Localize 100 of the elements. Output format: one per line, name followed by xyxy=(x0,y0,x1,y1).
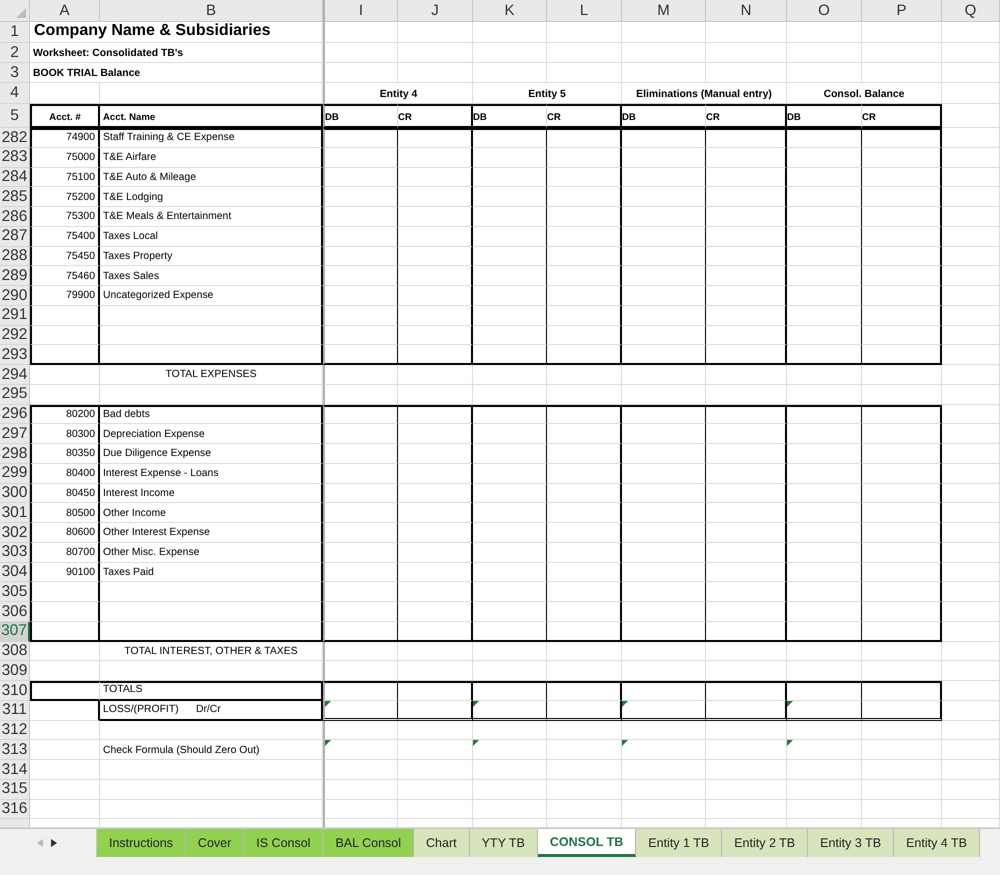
column-header[interactable]: O xyxy=(787,0,862,22)
table-cell xyxy=(942,602,1000,622)
column-header[interactable]: A xyxy=(30,0,100,22)
scroll-right-icon[interactable] xyxy=(51,839,57,847)
account-number: 80200 xyxy=(30,404,100,424)
group-header: Entity 5 xyxy=(473,83,622,104)
sheet-tab[interactable]: IS Consol xyxy=(244,829,324,857)
column-heading: DB xyxy=(622,104,706,128)
row-header[interactable] xyxy=(0,819,30,828)
row-header[interactable]: 294 xyxy=(0,365,30,385)
table-cell xyxy=(942,661,1000,681)
sheet-tab[interactable]: Entity 4 TB xyxy=(894,829,980,857)
row-header[interactable]: 289 xyxy=(0,266,30,286)
table-cell xyxy=(30,384,100,404)
table-cell xyxy=(942,464,1000,484)
row-header[interactable]: 285 xyxy=(0,187,30,207)
row-header[interactable]: 316 xyxy=(0,800,30,820)
row-header[interactable]: 298 xyxy=(0,444,30,464)
table-cell xyxy=(942,444,1000,464)
row-header[interactable]: 3 xyxy=(0,63,30,83)
sheet-tab[interactable]: Cover xyxy=(186,829,244,857)
row-header[interactable]: 302 xyxy=(0,523,30,543)
account-name: Depreciation Expense xyxy=(100,424,323,444)
row-header[interactable]: 305 xyxy=(0,582,30,602)
column-header[interactable]: Q xyxy=(942,0,1000,22)
table-cell xyxy=(942,128,1000,148)
row-header[interactable]: 287 xyxy=(0,226,30,246)
account-name: Staff Training & CE Expense xyxy=(100,128,323,148)
account-name: Bad debts xyxy=(100,404,323,424)
account-number: 74900 xyxy=(30,128,100,148)
sheet-tab[interactable]: Entity 1 TB xyxy=(636,829,722,857)
row-header[interactable]: 304 xyxy=(0,562,30,582)
table-cell xyxy=(30,700,100,720)
row-header[interactable]: 4 xyxy=(0,83,30,104)
row-header[interactable]: 315 xyxy=(0,780,30,800)
account-name: Due Diligence Expense xyxy=(100,444,323,464)
row-header[interactable]: 308 xyxy=(0,642,30,662)
table-cell xyxy=(942,306,1000,326)
row-header[interactable]: 311 xyxy=(0,700,30,720)
sheet-tab[interactable]: BAL Consol xyxy=(323,829,414,857)
row-header[interactable]: 291 xyxy=(0,306,30,326)
row-header[interactable]: 299 xyxy=(0,464,30,484)
row-header[interactable]: 286 xyxy=(0,207,30,227)
row-header[interactable]: 307 xyxy=(0,622,30,642)
row-header[interactable]: 312 xyxy=(0,720,30,740)
table-cell xyxy=(942,484,1000,504)
row-header[interactable]: 282 xyxy=(0,128,30,148)
row-header[interactable]: 296 xyxy=(0,404,30,424)
column-header[interactable]: K xyxy=(473,0,547,22)
account-name: Taxes Paid xyxy=(100,562,323,582)
row-header[interactable]: 313 xyxy=(0,740,30,760)
column-header[interactable]: B xyxy=(100,0,323,22)
column-header[interactable]: M xyxy=(622,0,706,22)
table-cell xyxy=(30,661,100,681)
select-all-button[interactable] xyxy=(0,0,30,22)
column-header[interactable]: P xyxy=(862,0,942,22)
row-header[interactable]: 2 xyxy=(0,43,30,63)
account-name: Uncategorized Expense xyxy=(100,286,323,306)
group-header: Eliminations (Manual entry) xyxy=(622,83,787,104)
row-header[interactable]: 1 xyxy=(0,22,30,43)
row-header[interactable]: 303 xyxy=(0,542,30,562)
row-header[interactable]: 295 xyxy=(0,384,30,404)
row-header[interactable]: 306 xyxy=(0,602,30,622)
sheet-tab[interactable]: Entity 3 TB xyxy=(808,829,894,857)
column-header[interactable]: J xyxy=(398,0,473,22)
column-header[interactable]: I xyxy=(323,0,398,22)
row-header[interactable]: 283 xyxy=(0,148,30,168)
table-cell xyxy=(30,326,100,346)
table-cell xyxy=(942,168,1000,188)
sheet-tab[interactable]: CONSOL TB xyxy=(538,829,636,857)
row-header[interactable]: 5 xyxy=(0,104,30,128)
row-header[interactable]: 300 xyxy=(0,484,30,504)
row-header[interactable]: 290 xyxy=(0,286,30,306)
table-cell xyxy=(30,602,100,622)
row-header[interactable]: 309 xyxy=(0,661,30,681)
table-cell xyxy=(942,43,1000,63)
column-header[interactable]: L xyxy=(547,0,622,22)
row-header[interactable]: 292 xyxy=(0,326,30,346)
sheet-tab[interactable]: Chart xyxy=(414,829,470,857)
table-cell xyxy=(30,720,100,740)
row-header[interactable]: 314 xyxy=(0,760,30,780)
table-cell xyxy=(942,365,1000,385)
row-header[interactable]: 288 xyxy=(0,246,30,266)
table-cell xyxy=(942,642,1000,662)
sheet-tab[interactable]: YTY TB xyxy=(470,829,538,857)
row-header[interactable]: 301 xyxy=(0,503,30,523)
account-number: 80600 xyxy=(30,523,100,543)
select-all-icon xyxy=(16,8,26,18)
row-header[interactable]: 284 xyxy=(0,168,30,188)
account-name: T&E Lodging xyxy=(100,187,323,207)
row-header[interactable]: 293 xyxy=(0,345,30,365)
sheet-tab[interactable]: Instructions xyxy=(97,829,186,857)
table-cell xyxy=(942,800,1000,820)
account-name: Interest Income xyxy=(100,484,323,504)
table-cell xyxy=(942,345,1000,365)
row-header[interactable]: 310 xyxy=(0,681,30,701)
row-header[interactable]: 297 xyxy=(0,424,30,444)
column-header[interactable]: N xyxy=(706,0,787,22)
account-name: Taxes Property xyxy=(100,246,323,266)
sheet-tab[interactable]: Entity 2 TB xyxy=(722,829,808,857)
